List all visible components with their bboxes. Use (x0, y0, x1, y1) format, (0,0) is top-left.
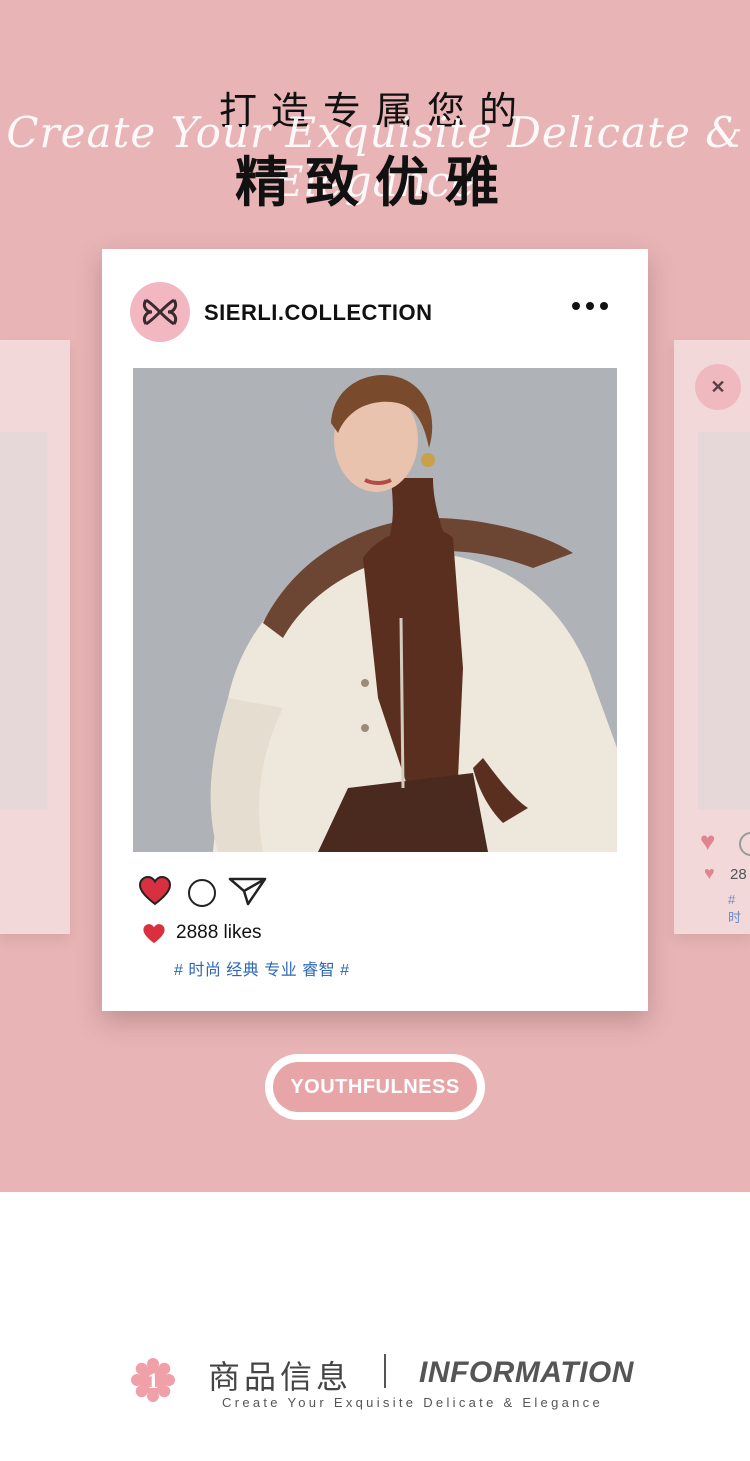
section-title-cn: 商品信息 (208, 1358, 353, 1396)
model-photo-illustration (133, 368, 617, 852)
post-photo (133, 368, 617, 852)
section-title-en: INFORMATION (419, 1356, 634, 1389)
title-divider (384, 1354, 386, 1388)
likes-count[interactable]: 2888 likes (176, 922, 262, 944)
ghost-photo-placeholder (698, 432, 750, 810)
comment-icon (739, 832, 750, 856)
logo-icon: ✕ (695, 364, 741, 410)
logo-icon[interactable] (130, 282, 190, 342)
send-icon[interactable] (228, 876, 268, 906)
youthfulness-button[interactable]: YOUTHFULNESS (265, 1054, 485, 1120)
account-handle[interactable]: SIERLI.COLLECTION (204, 300, 433, 326)
heart-icon[interactable] (138, 876, 172, 906)
ghost-card-left (0, 340, 70, 934)
tags-fragment: # 时 (728, 892, 742, 925)
section-number-badge: 1 (131, 1358, 175, 1402)
likes-count-fragment: 28 (730, 866, 747, 883)
heart-icon (143, 924, 165, 944)
youthfulness-label: YOUTHFULNESS (273, 1062, 477, 1112)
hero-banner: 打造专属您的 Create Your Exquisite Delicate & … (0, 0, 750, 1192)
hashtags[interactable]: # 时尚 经典 专业 睿智 # (174, 956, 350, 980)
section-subtitle: Create Your Exquisite Delicate & Eleganc… (222, 1395, 604, 1410)
heart-icon: ♥ (704, 863, 715, 883)
more-icon[interactable] (572, 302, 608, 310)
ghost-card-right: ✕ ♥ ♥ 28 # 时 (674, 340, 750, 934)
heart-icon: ♥ (700, 826, 716, 856)
post-card: SIERLI.COLLECTION 2888 likes # 时尚 经典 专业 … (102, 249, 648, 1011)
ghost-photo-placeholder (0, 432, 47, 810)
comment-icon[interactable] (188, 879, 216, 907)
hero-title-line2: 精致优雅 (235, 151, 515, 214)
section-number: 1 (148, 1368, 159, 1393)
